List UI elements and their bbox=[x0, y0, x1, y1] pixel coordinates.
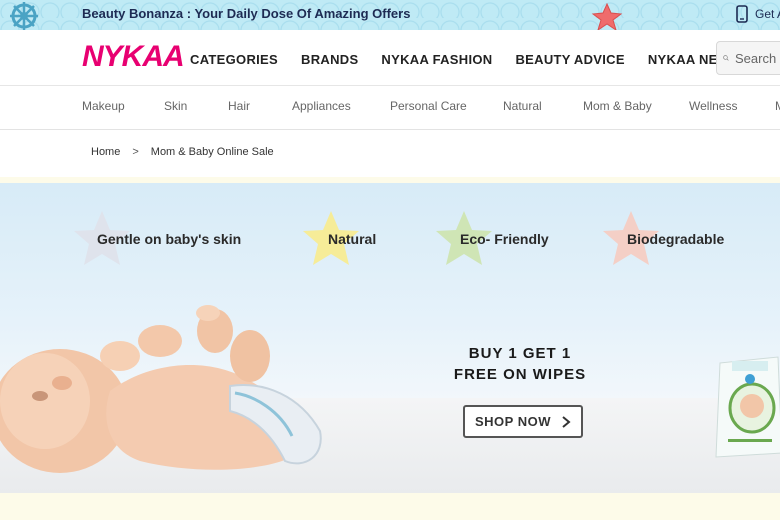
subnav-personal-care[interactable]: Personal Care bbox=[390, 99, 467, 113]
offer-line-1: BUY 1 GET 1 bbox=[468, 345, 572, 362]
breadcrumb-separator: > bbox=[132, 146, 139, 158]
feature-label: Gentle on baby's skin bbox=[97, 231, 242, 247]
breadcrumb: Home > Mom & Baby Online Sale bbox=[91, 146, 274, 158]
category-subnav: Makeup Skin Hair Appliances Personal Car… bbox=[0, 86, 780, 130]
nav-brands[interactable]: BRANDS bbox=[301, 52, 358, 67]
feature-label: Biodegradable bbox=[627, 231, 725, 247]
search-icon bbox=[723, 55, 729, 61]
nykaa-logo[interactable]: NYKAA bbox=[82, 40, 185, 74]
subnav-makeup[interactable]: Makeup bbox=[82, 99, 125, 113]
nav-beauty-advice[interactable]: BEAUTY ADVICE bbox=[515, 52, 624, 67]
primary-nav: CATEGORIES BRANDS NYKAA FASHION BEAUTY A… bbox=[190, 52, 780, 67]
feature-biodegradable: Biodegradable bbox=[600, 209, 760, 269]
mobile-phone-icon bbox=[736, 5, 748, 23]
starfish-icon bbox=[591, 3, 623, 30]
breadcrumb-current: Mom & Baby Online Sale bbox=[150, 146, 274, 158]
subnav-appliances[interactable]: Appliances bbox=[292, 99, 351, 113]
feature-natural: Natural bbox=[300, 209, 410, 269]
wipes-pack-image bbox=[715, 356, 780, 458]
get-app-link[interactable]: Get A bbox=[755, 7, 780, 21]
feature-label: Eco- Friendly bbox=[460, 231, 549, 247]
hero-banner[interactable]: Gentle on baby's skin Natural Eco- Frien… bbox=[0, 183, 780, 493]
subnav-natural[interactable]: Natural bbox=[503, 99, 542, 113]
shop-now-label: SHOP NOW bbox=[475, 414, 551, 429]
chevron-right-icon bbox=[562, 415, 571, 428]
promo-banner[interactable]: Beauty Bonanza : Your Daily Dose Of Amaz… bbox=[0, 0, 780, 30]
bottom-strip bbox=[0, 499, 780, 520]
subnav-skin[interactable]: Skin bbox=[164, 99, 187, 113]
hero-section: Gentle on baby's skin Natural Eco- Frien… bbox=[0, 177, 780, 520]
nav-nykaa-fashion[interactable]: NYKAA FASHION bbox=[381, 52, 492, 67]
subnav-hair[interactable]: Hair bbox=[228, 99, 250, 113]
search-input[interactable] bbox=[735, 50, 780, 66]
feature-label: Natural bbox=[328, 231, 377, 247]
nav-categories[interactable]: CATEGORIES bbox=[190, 52, 278, 67]
subnav-mom-and-baby[interactable]: Mom & Baby bbox=[583, 99, 652, 113]
offer-line-2: FREE ON WIPES bbox=[453, 366, 587, 383]
ship-wheel-icon bbox=[10, 2, 38, 30]
feature-eco-friendly: Eco- Friendly bbox=[433, 209, 573, 269]
subnav-more[interactable]: M bbox=[775, 99, 780, 113]
shop-now-button[interactable]: SHOP NOW bbox=[463, 405, 583, 438]
feature-gentle: Gentle on baby's skin bbox=[72, 209, 272, 269]
search-box[interactable] bbox=[716, 41, 780, 75]
subnav-wellness[interactable]: Wellness bbox=[689, 99, 737, 113]
breadcrumb-home[interactable]: Home bbox=[91, 146, 120, 158]
baby-illustration bbox=[0, 305, 322, 473]
promo-text[interactable]: Beauty Bonanza : Your Daily Dose Of Amaz… bbox=[82, 6, 410, 21]
main-header: NYKAA CATEGORIES BRANDS NYKAA FASHION BE… bbox=[0, 30, 780, 86]
offer-text: BUY 1 GET 1 FREE ON WIPES bbox=[430, 343, 610, 385]
